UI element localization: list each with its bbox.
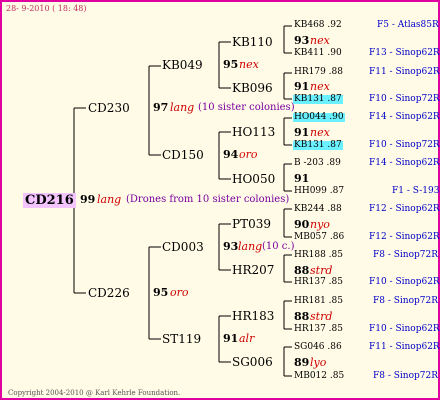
note-g2-2: (10 c.)	[262, 241, 295, 252]
queen-g2-1: oro	[239, 148, 258, 161]
rel-0: F5 - Atlas85R	[377, 20, 439, 30]
leaf-4[interactable]: HO044 .90	[293, 113, 345, 122]
num-g1-0: 97	[153, 101, 169, 114]
queen-g2-0: nex	[239, 58, 259, 71]
rel-15: F8 - Sinop72R	[373, 371, 438, 381]
leaf-2[interactable]: HR179 .88	[294, 68, 343, 77]
node-g1-1[interactable]: CD226	[88, 287, 130, 299]
rel-13: F10 - Sinop62R	[369, 324, 440, 334]
rel-12: F8 - Sinop72R	[373, 296, 438, 306]
num-g2-1: 94	[223, 148, 239, 161]
root-queen: lang	[97, 193, 122, 206]
num-g2-2: 93	[223, 240, 239, 253]
rel-6: F14 - Sinop62R	[369, 158, 440, 168]
queen-g2-3: alr	[239, 332, 255, 345]
rel-2: F11 - Sinop62R	[369, 67, 440, 77]
rel-7: F1 - S-193	[392, 186, 440, 196]
rel-11: F10 - Sinop62R	[369, 277, 440, 287]
queen-g3-2: nex	[310, 126, 330, 139]
pedigree-frame: 28- 9-2010 ( 18: 48) CD216 99 lang (Dron…	[0, 0, 440, 400]
num-g3-1: 91	[294, 80, 310, 93]
rel-14: F11 - Sinop62R	[369, 342, 440, 352]
root-num: 99	[80, 193, 96, 206]
rel-10: F8 - Sinop72R	[373, 250, 438, 260]
rel-8: F12 - Sinop62R	[369, 204, 440, 214]
leaf-13[interactable]: HR137 .85	[294, 325, 343, 334]
root-note: (Drones from 10 sister colonies)	[126, 194, 290, 205]
node-g1-0[interactable]: CD230	[88, 102, 130, 114]
queen-g1-0: lang	[170, 101, 195, 114]
node-g3-4[interactable]: PT039	[232, 218, 271, 230]
num-g3-0: 93	[294, 34, 310, 47]
leaf-7[interactable]: HH099 .87	[294, 187, 344, 196]
node-g2-1[interactable]: CD150	[162, 149, 204, 161]
node-g2-2[interactable]: CD003	[162, 241, 204, 253]
report-date: 28- 9-2010 ( 18: 48)	[6, 4, 87, 13]
rel-1: F13 - Sinop62R	[369, 48, 440, 58]
queen-g3-1: nex	[310, 80, 330, 93]
queen-g3-5: strd	[310, 264, 333, 277]
node-g2-3[interactable]: ST119	[162, 333, 201, 345]
queen-g3-0: nex	[310, 34, 330, 47]
queen-g3-7: lyo	[310, 356, 327, 369]
num-g3-3: 91	[294, 172, 310, 185]
rel-5: F10 - Sinop72R	[369, 140, 440, 150]
leaf-9[interactable]: MB057 .86	[294, 233, 344, 242]
num-g3-6: 88	[294, 310, 310, 323]
num-g3-7: 89	[294, 356, 310, 369]
leaf-3[interactable]: KB131 .87	[293, 95, 343, 104]
leaf-11[interactable]: HR137 .85	[294, 278, 343, 287]
num-g3-4: 90	[294, 218, 310, 231]
leaf-1[interactable]: KB411 .90	[294, 49, 342, 58]
node-g3-7[interactable]: SG006	[232, 356, 273, 368]
node-g3-1[interactable]: KB096	[232, 82, 273, 94]
node-g3-6[interactable]: HR183	[232, 310, 274, 322]
leaf-14[interactable]: SG046 .86	[294, 343, 342, 352]
node-g3-3[interactable]: HO050	[232, 173, 275, 185]
leaf-8[interactable]: KB244 .88	[294, 205, 342, 214]
node-g3-5[interactable]: HR207	[232, 264, 274, 276]
leaf-12[interactable]: HR181 .85	[294, 297, 343, 306]
rel-3: F10 - Sinop72R	[369, 94, 440, 104]
rel-4: F14 - Sinop62R	[369, 112, 440, 122]
num-g2-0: 95	[223, 58, 239, 71]
leaf-10[interactable]: HR188 .85	[294, 251, 343, 260]
node-g3-0[interactable]: KB110	[232, 36, 273, 48]
num-g3-2: 91	[294, 126, 310, 139]
root-node[interactable]: CD216	[23, 193, 76, 208]
leaf-5[interactable]: KB131 .87	[293, 141, 343, 150]
num-g3-5: 88	[294, 264, 310, 277]
queen-g1-1: oro	[170, 286, 189, 299]
num-g1-1: 95	[153, 286, 169, 299]
footer-copyright: Copyright 2004-2010 @ Karl Kehrle Founda…	[8, 389, 181, 397]
queen-g3-4: nyo	[310, 218, 330, 231]
note-g1-0: (10 sister colonies)	[198, 102, 295, 113]
leaf-0[interactable]: KB468 .92	[294, 21, 342, 30]
node-g3-2[interactable]: HO113	[232, 126, 275, 138]
leaf-15[interactable]: MB012 .85	[294, 372, 344, 381]
queen-g3-6: strd	[310, 310, 333, 323]
num-g2-3: 91	[223, 332, 239, 345]
node-g2-0[interactable]: KB049	[162, 59, 203, 71]
rel-9: F12 - Sinop62R	[369, 232, 440, 242]
leaf-6[interactable]: B -203 .89	[294, 159, 341, 168]
queen-g2-2: lang	[238, 240, 263, 253]
